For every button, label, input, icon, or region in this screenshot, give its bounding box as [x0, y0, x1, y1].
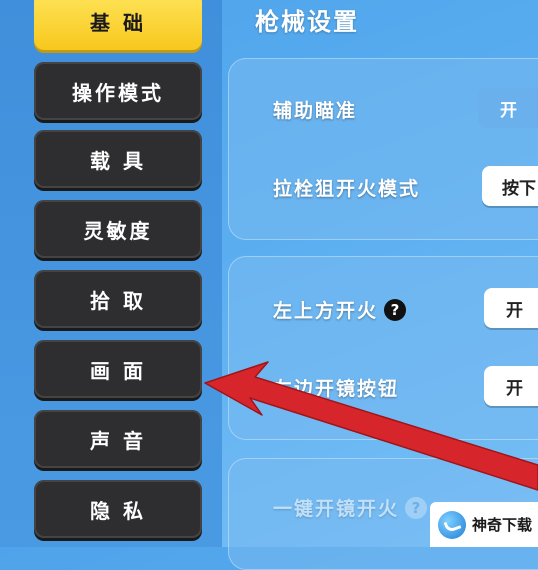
one-key-scope-fire-text: 一键开镜开火: [273, 498, 400, 520]
aim-assist-text: 辅助瞄准: [273, 100, 358, 122]
sidebar-item-sound[interactable]: 声 音: [34, 410, 202, 468]
sidebar-item-privacy[interactable]: 隐 私: [34, 480, 202, 538]
left-scope-button-value: 开: [506, 378, 523, 399]
sidebar-item-basic[interactable]: 基 础: [34, 0, 202, 50]
left-scope-button-toggle[interactable]: 开: [484, 366, 538, 406]
bolt-sniper-fire-mode-label: 拉栓狙开火模式: [273, 174, 420, 201]
upper-left-fire-text: 左上方开火: [273, 300, 379, 322]
aim-assist-toggle[interactable]: 开: [478, 88, 538, 128]
watermark-logo-icon: [438, 510, 466, 539]
sidebar-item-graphics[interactable]: 画 面: [34, 340, 202, 398]
upper-left-fire-toggle[interactable]: 开: [484, 288, 538, 328]
help-icon[interactable]: ?: [384, 298, 407, 321]
upper-left-fire-label: 左上方开火 ?: [273, 296, 407, 323]
watermark: 神奇下载: [430, 502, 538, 547]
sidebar-item-vehicle[interactable]: 载 具: [34, 130, 202, 188]
sidebar-item-sensitivity[interactable]: 灵敏度: [34, 200, 202, 258]
sidebar-item-pickup[interactable]: 拾 取: [34, 270, 202, 328]
upper-left-fire-value: 开: [506, 300, 523, 321]
sidebar-item-operation-mode[interactable]: 操作模式: [34, 62, 202, 120]
bolt-sniper-fire-mode-value: 按下: [502, 178, 536, 199]
section-title: 枪械设置: [255, 8, 359, 36]
help-icon[interactable]: ?: [405, 496, 428, 519]
settings-panel-aim: [228, 58, 538, 240]
left-scope-button-text: 左边开镜按钮: [273, 378, 400, 400]
left-scope-button-label: 左边开镜按钮: [273, 374, 399, 401]
aim-assist-value: 开: [500, 100, 517, 121]
one-key-scope-fire-label: 一键开镜开火 ?: [273, 494, 428, 521]
watermark-text: 神奇下载: [472, 516, 533, 534]
bolt-sniper-fire-mode-select[interactable]: 按下: [482, 166, 538, 206]
bolt-sniper-fire-mode-text: 拉栓狙开火模式: [273, 178, 421, 200]
settings-panel-fire: [228, 256, 538, 440]
aim-assist-label: 辅助瞄准: [273, 96, 357, 123]
